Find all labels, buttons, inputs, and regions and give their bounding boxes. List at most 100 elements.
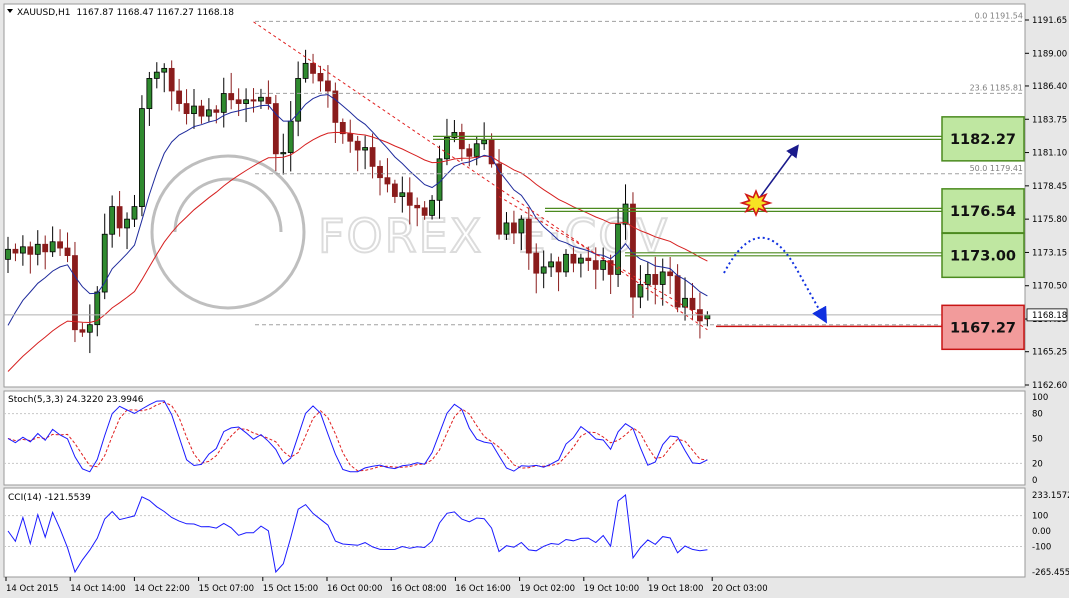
candle-body xyxy=(243,99,249,104)
cci-tick-label: 0.00 xyxy=(1032,527,1051,537)
candle-body xyxy=(64,247,71,256)
candle-body xyxy=(473,143,480,157)
candle-body xyxy=(131,206,138,220)
candle-body xyxy=(421,207,428,216)
stoch-tick-label: 20 xyxy=(1032,459,1043,469)
candle-body xyxy=(5,248,11,260)
candle-body xyxy=(592,260,599,270)
candle-body xyxy=(637,284,644,298)
candle-body xyxy=(384,177,391,185)
x-tick-label: 19 Oct 18:00 xyxy=(648,584,703,594)
candle-body xyxy=(667,271,674,277)
candle-body xyxy=(570,253,577,264)
candle-body xyxy=(310,62,316,74)
fib-label: 23.6 1185.81 xyxy=(970,83,1023,92)
cci-header: CCI(14) -121.5539 xyxy=(8,493,91,503)
candle-body xyxy=(116,206,123,229)
cci-tick-label: 100 xyxy=(1032,512,1048,522)
x-tick-label: 20 Oct 03:00 xyxy=(712,584,767,594)
candle-body xyxy=(525,218,532,254)
y-tick-label: 1183.75 xyxy=(1032,115,1067,125)
candle-body xyxy=(250,99,257,102)
x-tick-label: 19 Oct 10:00 xyxy=(584,584,639,594)
x-tick-label: 16 Oct 16:00 xyxy=(455,584,510,594)
fib-label: 0.0 1191.54 xyxy=(975,11,1023,20)
stoch-header: Stoch(5,3,3) 24.3220 23.9946 xyxy=(8,395,144,405)
candle-body xyxy=(265,96,272,104)
candle-body xyxy=(198,105,205,117)
x-tick-label: 19 Oct 02:00 xyxy=(520,584,575,594)
candle-body xyxy=(533,252,540,274)
y-tick-label: 1162.60 xyxy=(1032,381,1067,391)
candle-body xyxy=(168,67,175,92)
x-tick-label: 16 Oct 08:00 xyxy=(391,584,446,594)
y-tick-label: 1178.45 xyxy=(1032,182,1067,192)
candle-body xyxy=(518,218,525,234)
candle-body xyxy=(674,275,681,308)
stoch-tick-label: 0 xyxy=(1032,476,1037,486)
candle-body xyxy=(220,93,227,113)
candle-body xyxy=(27,246,34,255)
candle-body xyxy=(146,78,153,109)
price-panel xyxy=(3,3,1026,388)
ohlc-label: 1167.87 1168.47 1167.27 1168.18 xyxy=(77,8,235,18)
candle-body xyxy=(652,274,659,285)
candle-body xyxy=(57,241,63,249)
x-tick-label: 14 Oct 14:00 xyxy=(70,584,125,594)
candle-body xyxy=(34,243,41,255)
cci-tick-label: -100 xyxy=(1032,542,1051,552)
candle-body xyxy=(176,90,183,104)
candle-body xyxy=(153,71,160,79)
cci-panel xyxy=(3,487,1026,578)
candle-body xyxy=(444,137,450,160)
candle-body xyxy=(228,93,235,101)
stoch-tick-label: 100 xyxy=(1032,393,1048,403)
cci-tick-label: 233.1572 xyxy=(1032,491,1069,501)
candle-body xyxy=(161,67,168,73)
candle-body xyxy=(183,103,190,115)
stoch-tick-label: 80 xyxy=(1032,410,1043,420)
candle-body xyxy=(466,148,473,157)
y-tick-label: 1170.50 xyxy=(1032,282,1067,292)
candle-body xyxy=(689,297,696,311)
candle-body xyxy=(109,206,116,235)
candle-body xyxy=(496,163,502,235)
candle-body xyxy=(429,199,435,216)
symbol-label: XAUUSD,H1 xyxy=(17,8,71,18)
stoch-tick-label: 50 xyxy=(1032,435,1043,445)
candle-body xyxy=(377,165,383,179)
candle-body xyxy=(577,257,584,264)
candle-body xyxy=(607,260,614,275)
candle-body xyxy=(12,248,19,254)
candle-body xyxy=(563,253,569,273)
candle-body xyxy=(369,147,376,167)
x-tick-label: 14 Oct 2015 xyxy=(6,584,59,594)
candle-body xyxy=(406,192,413,206)
price-header: XAUUSD,H1 1167.87 1168.47 1167.27 1168.18 xyxy=(17,8,234,18)
y-tick-label: 1189.00 xyxy=(1032,49,1067,59)
candle-body xyxy=(682,297,688,308)
fib-label: 50.0 1179.41 xyxy=(970,164,1023,173)
candle-body xyxy=(354,140,361,151)
candle-body xyxy=(72,255,78,331)
candle-body xyxy=(258,96,264,102)
candle-body xyxy=(600,260,607,270)
candle-body xyxy=(213,109,220,113)
candle-body xyxy=(19,246,26,254)
candle-body xyxy=(555,261,562,273)
candle-body xyxy=(347,133,354,142)
candle-body xyxy=(124,218,130,229)
candle-body xyxy=(302,62,309,79)
candle-body xyxy=(86,324,93,333)
candle-body xyxy=(42,243,49,253)
candle-body xyxy=(287,120,294,153)
candle-body xyxy=(280,152,287,155)
breakout-burst-icon xyxy=(739,189,773,217)
candle-body xyxy=(79,329,86,333)
level-label: 1176.54 xyxy=(950,204,1016,220)
y-tick-label: 1175.80 xyxy=(1032,215,1067,225)
candle-body xyxy=(139,108,145,207)
x-tick-label: 14 Oct 22:00 xyxy=(134,584,189,594)
candle-body xyxy=(325,80,331,92)
candle-body xyxy=(540,266,547,274)
